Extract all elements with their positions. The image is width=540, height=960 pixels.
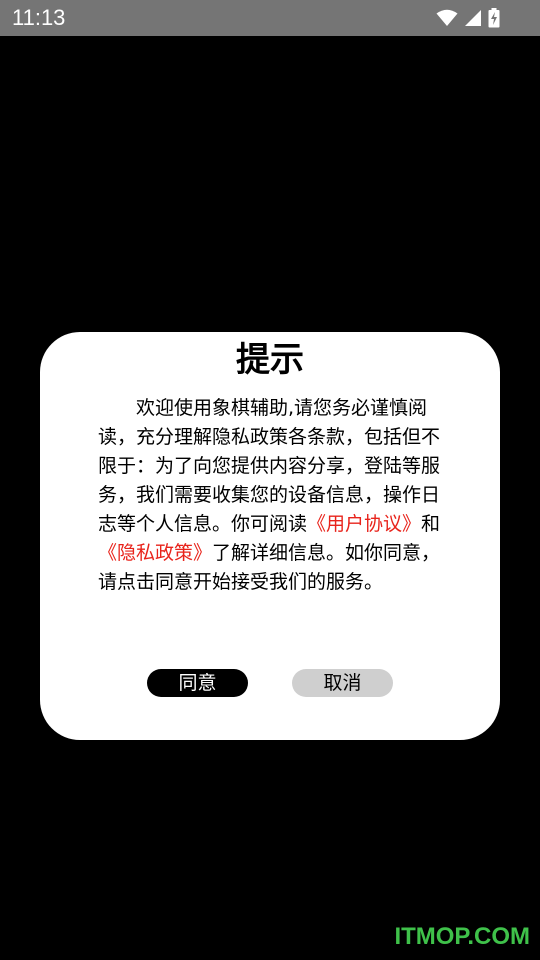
watermark: ITMOP.COM <box>394 923 530 950</box>
signal-icon <box>464 9 482 27</box>
wifi-icon <box>436 9 458 27</box>
battery-charging-icon <box>488 8 500 28</box>
app-screen: 11:13 提示 欢迎使用象棋辅助,请您务必谨慎阅读，充分理解隐私政策各条款，包… <box>0 0 540 960</box>
user-agreement-link[interactable]: 《用户协议》 <box>307 513 421 535</box>
cancel-button[interactable]: 取消 <box>292 669 393 697</box>
privacy-policy-link[interactable]: 《隐私政策》 <box>98 542 212 564</box>
agree-button[interactable]: 同意 <box>147 669 248 697</box>
message-conjunction: 和 <box>421 513 441 535</box>
privacy-dialog: 提示 欢迎使用象棋辅助,请您务必谨慎阅读，充分理解隐私政策各条款，包括但不限于：… <box>40 332 500 740</box>
status-icons <box>436 6 500 30</box>
status-bar: 11:13 <box>0 0 540 36</box>
dialog-title: 提示 <box>236 340 304 380</box>
status-time: 11:13 <box>12 5 66 30</box>
dialog-message: 欢迎使用象棋辅助,请您务必谨慎阅读，充分理解隐私政策各条款，包括但不限于：为了向… <box>98 394 442 597</box>
